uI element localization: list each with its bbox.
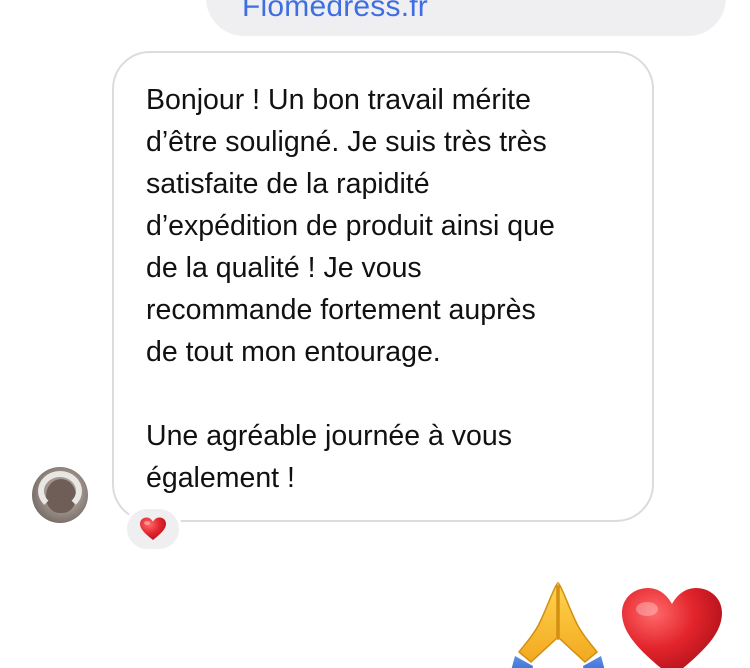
red-heart-icon[interactable]: [619, 585, 725, 668]
avatar[interactable]: [32, 467, 88, 523]
chat-thread: Flomedress.fr Bonjour ! Un bon travail m…: [0, 0, 750, 668]
outgoing-message-bubble[interactable]: Flomedress.fr: [206, 0, 726, 36]
incoming-message-bubble[interactable]: Bonjour ! Un bon travail mérite d’être s…: [112, 51, 654, 522]
red-heart-icon: [140, 517, 166, 540]
message-paragraph: Bonjour ! Un bon travail mérite d’être s…: [146, 84, 555, 368]
message-paragraph: Une agréable journée à vous également !: [146, 420, 513, 494]
message-link[interactable]: Flomedress.fr: [242, 0, 428, 24]
avatar-veil: [38, 471, 82, 511]
folded-hands-icon[interactable]: [505, 578, 611, 668]
message-reaction[interactable]: [124, 506, 182, 552]
